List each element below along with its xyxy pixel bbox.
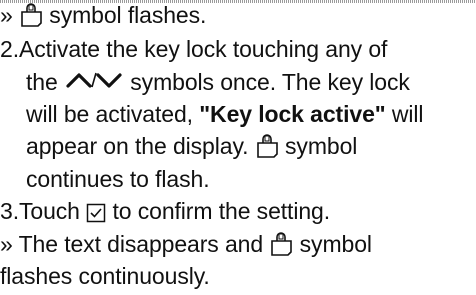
up-down-arrows-icon xyxy=(66,64,122,98)
line-4-pre: will be activated, xyxy=(26,101,193,127)
line-6-text: continues to flash. xyxy=(26,166,210,192)
checkbox-confirm-icon xyxy=(86,203,106,223)
line-6: continues to flash. xyxy=(26,162,210,196)
line-4: will be activated, "Key lock active" wil… xyxy=(26,97,424,131)
result-marker: » xyxy=(0,231,13,257)
step-number-2: 2. xyxy=(0,36,19,62)
line-8-pre: The text disappears and xyxy=(18,231,264,257)
manual-page: » symbol flashes. 2.Activate the key loc… xyxy=(0,0,476,295)
line-4-post: will xyxy=(391,101,424,127)
result-marker: » xyxy=(0,2,13,28)
line-9: flashes continuously. xyxy=(0,259,210,293)
line-1: » symbol flashes. xyxy=(0,0,206,32)
line-7-pre: Touch xyxy=(18,198,80,224)
key-lock-active-label: "Key lock active" xyxy=(199,101,386,127)
line-5: appear on the display. symbol xyxy=(26,129,357,163)
line-5-pre: appear on the display. xyxy=(26,133,249,159)
key-lock-icon xyxy=(255,134,279,158)
line-8: » The text disappears and symbol xyxy=(0,227,372,261)
line-3-post: symbols once. The key lock xyxy=(130,69,410,95)
line-3-pre: the xyxy=(26,69,58,95)
key-lock-icon xyxy=(269,232,293,256)
step-number-3: 3. xyxy=(0,198,19,224)
line-5-post: symbol xyxy=(285,133,358,159)
line-7: 3.Touch to confirm the setting. xyxy=(0,194,330,228)
line-3: the symbols once. The key lock xyxy=(26,64,410,98)
line-2: 2.Activate the key lock touching any of xyxy=(0,32,387,66)
line-9-text: flashes continuously. xyxy=(0,263,210,289)
line-1-text: symbol flashes. xyxy=(49,2,207,28)
line-2-text: Activate the key lock touching any of xyxy=(18,36,388,62)
key-lock-icon xyxy=(19,3,43,27)
line-8-post: symbol xyxy=(299,231,372,257)
line-7-post: to confirm the setting. xyxy=(112,198,331,224)
